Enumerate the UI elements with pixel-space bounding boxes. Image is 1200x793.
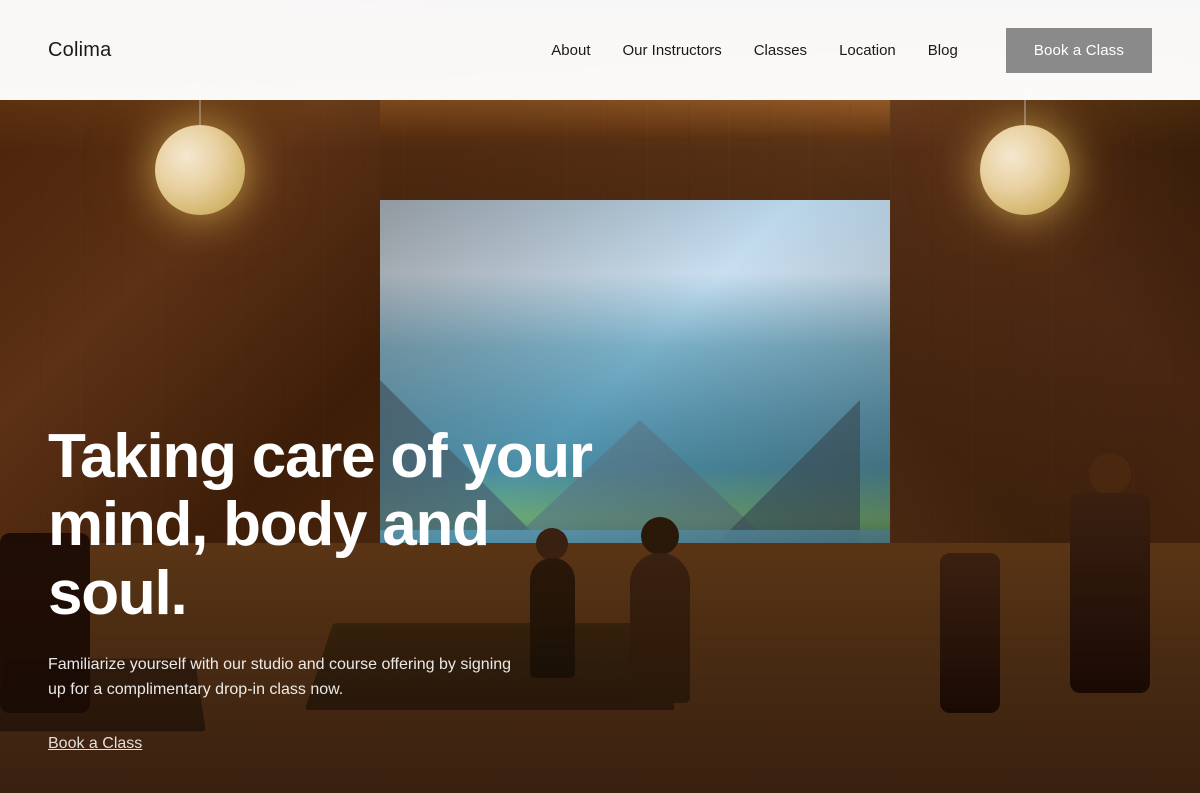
person-silhouette-2 [630,553,690,703]
person-silhouette-right [1070,493,1150,693]
pendant-light-right [980,95,1070,215]
nav-link-about[interactable]: About [551,42,590,59]
hero-section: Taking care of your mind, body and soul.… [0,0,1200,793]
person-silhouette-far-right [940,553,1000,713]
nav-link-location[interactable]: Location [839,42,896,59]
pendant-globe-right [980,125,1070,215]
pendant-globe-left [155,125,245,215]
pendant-light-left [155,95,245,215]
person-right-body [1070,493,1150,693]
hero-cta-button[interactable]: Book a Class [48,735,142,753]
person-2-head [641,517,679,555]
nav-links: About Our Instructors Classes Location B… [551,28,1152,73]
nav-book-class-button[interactable]: Book a Class [1006,28,1152,73]
hero-subtitle: Familiarize yourself with our studio and… [48,652,528,703]
nav-link-blog[interactable]: Blog [928,42,958,59]
person-right-head [1089,453,1131,495]
nav-link-classes[interactable]: Classes [754,42,807,59]
brand-logo[interactable]: Colima [48,39,111,62]
nav-link-instructors[interactable]: Our Instructors [623,42,722,59]
navbar: Colima About Our Instructors Classes Loc… [0,0,1200,100]
person-2-body [630,553,690,703]
hero-content: Taking care of your mind, body and soul.… [48,423,608,753]
hero-title: Taking care of your mind, body and soul. [48,423,608,628]
